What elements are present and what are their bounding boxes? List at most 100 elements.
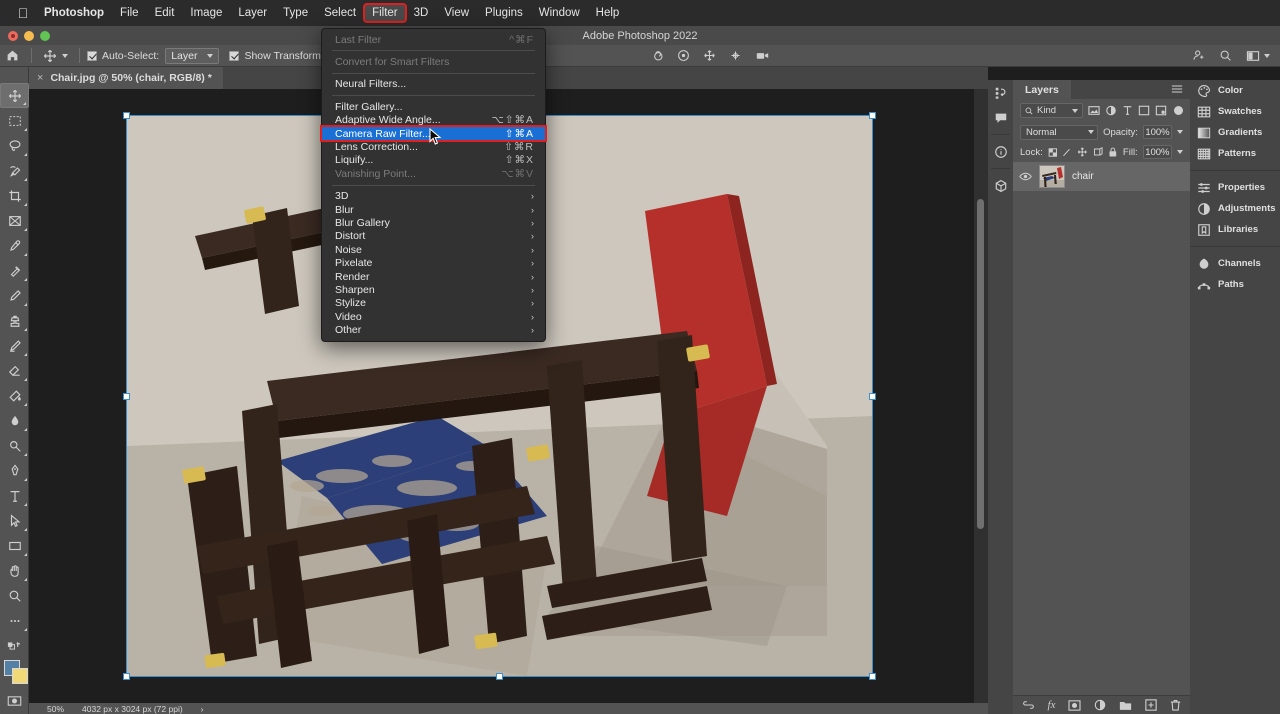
status-expand-arrow[interactable]: › xyxy=(201,704,204,714)
shape-filter-icon[interactable] xyxy=(1138,105,1150,116)
filter-toggle-icon[interactable] xyxy=(1174,106,1183,115)
3d-pan-icon[interactable] xyxy=(703,49,716,62)
lock-transparent-icon[interactable] xyxy=(1048,147,1058,158)
layer-row-chair[interactable]: chair xyxy=(1013,162,1190,191)
default-colors-and-swap[interactable] xyxy=(0,633,29,658)
panel-properties[interactable]: Properties xyxy=(1190,177,1280,198)
menu-item-3d[interactable]: 3D › xyxy=(322,190,545,203)
panel-swatches[interactable]: Swatches xyxy=(1190,101,1280,122)
adjustment-layer-icon[interactable] xyxy=(1094,699,1106,711)
lock-artboard-icon[interactable] xyxy=(1093,146,1104,158)
type-filter-icon[interactable] xyxy=(1122,105,1133,116)
opacity-field[interactable]: 100% xyxy=(1142,125,1172,139)
3d-roll-icon[interactable] xyxy=(677,49,690,62)
lock-position-icon[interactable] xyxy=(1077,146,1088,158)
document-tab[interactable]: × Chair.jpg @ 50% (chair, RGB/8) * xyxy=(29,67,223,89)
workspace-switcher[interactable] xyxy=(1246,50,1270,62)
lock-all-icon[interactable] xyxy=(1108,146,1118,158)
lasso-tool[interactable] xyxy=(0,133,29,158)
path-selection-tool[interactable] xyxy=(0,508,29,533)
layer-kind-filter[interactable]: Kind xyxy=(1020,103,1083,118)
filter-dropdown-menu[interactable]: Last Filter ^⌘F Convert for Smart Filters N… xyxy=(320,28,547,342)
tab-layers[interactable]: Layers xyxy=(1013,80,1071,99)
panel-libraries[interactable]: Libraries xyxy=(1190,219,1280,240)
layer-thumbnail[interactable] xyxy=(1039,165,1065,188)
menu-item-blur[interactable]: Blur › xyxy=(322,203,545,216)
menu-item-neural-filters[interactable]: Neural Filters... xyxy=(322,78,545,91)
mac-menu-view[interactable]: View xyxy=(436,4,477,22)
3d-slide-icon[interactable] xyxy=(729,49,742,62)
adjustment-filter-icon[interactable] xyxy=(1105,105,1117,116)
fill-field[interactable]: 100% xyxy=(1142,145,1172,159)
tool-preset-picker[interactable] xyxy=(39,49,72,63)
eraser-tool[interactable] xyxy=(0,358,29,383)
menu-item-liquify[interactable]: Liquify... ⇧⌘X xyxy=(322,154,545,167)
lock-image-icon[interactable] xyxy=(1062,147,1072,158)
menu-item-video[interactable]: Video › xyxy=(322,310,545,323)
close-icon[interactable]: × xyxy=(37,72,43,84)
menu-item-other[interactable]: Other › xyxy=(322,323,545,336)
eyedropper-tool[interactable] xyxy=(0,233,29,258)
show-transform-controls-checkbox[interactable] xyxy=(229,50,240,61)
mac-menu-filter[interactable]: Filter xyxy=(363,3,407,23)
crop-tool[interactable] xyxy=(0,183,29,208)
type-tool[interactable] xyxy=(0,483,29,508)
share-icon[interactable] xyxy=(1192,49,1205,62)
layer-mask-icon[interactable] xyxy=(1068,699,1082,711)
panel-color[interactable]: Color xyxy=(1190,80,1280,101)
vertical-scrollbar-track[interactable] xyxy=(974,89,988,703)
mac-menu-select[interactable]: Select xyxy=(316,4,364,22)
apple-icon[interactable]:  xyxy=(10,6,36,20)
transform-handle-bottom-left[interactable] xyxy=(123,673,130,680)
transform-handle-middle-left[interactable] xyxy=(123,393,130,400)
transform-handle-top-right[interactable] xyxy=(869,112,876,119)
3d-rotate-icon[interactable] xyxy=(651,49,664,62)
fill-chevron-down-icon[interactable] xyxy=(1177,150,1183,154)
auto-select-checkbox[interactable] xyxy=(87,50,97,61)
quick-selection-tool[interactable] xyxy=(0,158,29,183)
mac-menu-window[interactable]: Window xyxy=(531,4,588,22)
color-swatches[interactable] xyxy=(0,658,29,688)
mac-menu-image[interactable]: Image xyxy=(182,4,230,22)
mac-menu-photoshop[interactable]: Photoshop xyxy=(36,4,112,22)
menu-item-render[interactable]: Render › xyxy=(322,270,545,283)
info-icon[interactable] xyxy=(988,139,1013,164)
rectangle-tool[interactable] xyxy=(0,533,29,558)
layer-style-icon[interactable]: fx xyxy=(1048,699,1056,711)
menu-item-noise[interactable]: Noise › xyxy=(322,243,545,256)
layer-name[interactable]: chair xyxy=(1072,171,1094,182)
marquee-tool[interactable] xyxy=(0,108,29,133)
transform-handle-middle-right[interactable] xyxy=(869,393,876,400)
panel-paths[interactable]: Paths xyxy=(1190,274,1280,295)
quick-mask-button[interactable] xyxy=(0,688,29,713)
history-brush-tool[interactable] xyxy=(0,333,29,358)
panel-adjustments[interactable]: Adjustments xyxy=(1190,198,1280,219)
menu-item-stylize[interactable]: Stylize › xyxy=(322,297,545,310)
transform-handle-top-left[interactable] xyxy=(123,112,130,119)
transform-handle-bottom-center[interactable] xyxy=(496,673,503,680)
delete-layer-icon[interactable] xyxy=(1170,699,1181,711)
menu-item-distort[interactable]: Distort › xyxy=(322,230,545,243)
mac-menu-file[interactable]: File xyxy=(112,4,147,22)
healing-brush-tool[interactable] xyxy=(0,258,29,283)
menu-item-sharpen[interactable]: Sharpen › xyxy=(322,283,545,296)
opacity-chevron-down-icon[interactable] xyxy=(1177,130,1183,134)
zoom-tool[interactable] xyxy=(0,583,29,608)
panel-channels[interactable]: Channels xyxy=(1190,253,1280,274)
pen-tool[interactable] xyxy=(0,458,29,483)
new-layer-icon[interactable] xyxy=(1145,699,1158,711)
blend-mode-dropdown[interactable]: Normal xyxy=(1020,124,1099,140)
new-group-icon[interactable] xyxy=(1119,700,1132,711)
mac-menu-help[interactable]: Help xyxy=(588,4,628,22)
comments-icon[interactable] xyxy=(988,105,1013,130)
smart-object-filter-icon[interactable] xyxy=(1155,105,1167,116)
auto-select-scope-dropdown[interactable]: Layer xyxy=(165,47,220,64)
frame-tool[interactable] xyxy=(0,208,29,233)
mac-menu-edit[interactable]: Edit xyxy=(147,4,183,22)
clone-stamp-tool[interactable] xyxy=(0,308,29,333)
home-icon[interactable] xyxy=(0,49,24,62)
search-icon[interactable] xyxy=(1219,49,1232,62)
transform-handle-bottom-right[interactable] xyxy=(869,673,876,680)
menu-item-blur-gallery[interactable]: Blur Gallery › xyxy=(322,216,545,229)
mac-menu-type[interactable]: Type xyxy=(275,4,316,22)
